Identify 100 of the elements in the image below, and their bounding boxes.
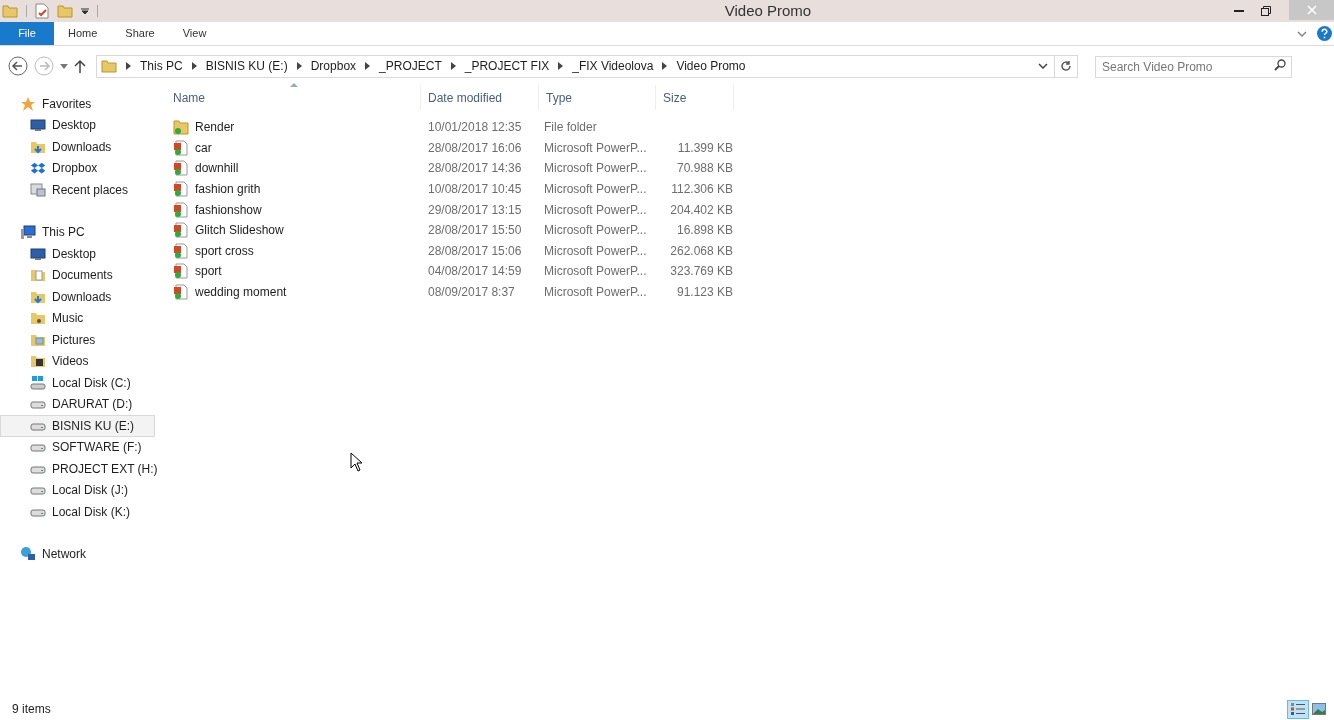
- breadcrumb-item[interactable]: _PROJECT: [379, 57, 442, 75]
- nav-item[interactable]: Music: [0, 307, 155, 329]
- search-icon[interactable]: [1274, 59, 1286, 71]
- file-name: sport cross: [195, 242, 254, 260]
- sort-arrow-icon: [290, 83, 298, 87]
- file-row[interactable]: fashion grith 10/08/2017 10:45 Microsoft PowerP... 112.306 KB: [166, 178, 1334, 200]
- file-name: fashion grith: [195, 181, 261, 199]
- synced-slides-file-icon: [173, 242, 189, 259]
- nav-item[interactable]: Local Disk (K:): [0, 501, 155, 523]
- ribbon-tab[interactable]: File: [0, 22, 54, 45]
- details-list-icon: [1291, 703, 1305, 715]
- ribbon-tab[interactable]: Share: [111, 22, 169, 45]
- back-icon[interactable]: [8, 56, 28, 76]
- file-name: sport: [195, 263, 222, 281]
- file-size: 16.898 KB: [676, 222, 733, 240]
- details-view-button[interactable]: [1287, 699, 1309, 719]
- nav-item[interactable]: Downloads: [0, 136, 155, 158]
- breadcrumb-item[interactable]: _FIX Videolova: [572, 57, 654, 75]
- monitor-icon: [30, 245, 46, 262]
- nav-item[interactable]: Desktop: [0, 114, 155, 136]
- chevron-right-icon[interactable]: [126, 62, 131, 70]
- videos-folder-icon: [30, 353, 46, 370]
- item-count: 9 items: [12, 701, 51, 718]
- column-header[interactable]: Name: [166, 85, 421, 110]
- nav-item[interactable]: Desktop: [0, 243, 155, 265]
- nav-item[interactable]: BISNIS KU (E:): [0, 415, 155, 437]
- nav-item[interactable]: SOFTWARE (F:): [0, 436, 155, 458]
- address-bar[interactable]: This PC BISNIS KU (E:) Dropbox _PROJECT _PROJECT FIX _FIX Videolova Video Promo: [96, 54, 1078, 78]
- address-dropdown-icon[interactable]: [1038, 63, 1048, 69]
- synced-slides-file-icon: [173, 222, 189, 239]
- column-header[interactable]: Date modified: [421, 85, 539, 110]
- column-header[interactable]: Type: [539, 85, 656, 110]
- file-row[interactable]: Glitch Slideshow 28/08/2017 15:50 Microsoft PowerP... 16.898 KB: [166, 219, 1334, 241]
- file-type: Microsoft PowerP...: [544, 223, 647, 238]
- monitor-icon: [30, 117, 46, 134]
- nav-item[interactable]: Videos: [0, 350, 155, 372]
- file-name: Glitch Slideshow: [195, 222, 284, 240]
- nav-item[interactable]: Downloads: [0, 286, 155, 308]
- chevron-right-icon[interactable]: [558, 62, 564, 70]
- breadcrumb-item[interactable]: This PC: [140, 57, 183, 75]
- file-row[interactable]: sport 04/08/2017 14:59 Microsoft PowerP... 323.769 KB: [166, 261, 1334, 282]
- nav-item[interactable]: Local Disk (C:): [0, 372, 155, 394]
- nav-item[interactable]: Network: [0, 543, 155, 565]
- properties-icon[interactable]: [35, 3, 49, 19]
- date-modified: 28/08/2017 15:50: [428, 223, 522, 238]
- star-icon: [20, 95, 36, 112]
- chevron-right-icon[interactable]: [450, 62, 456, 70]
- computer-icon: [20, 224, 36, 241]
- refresh-icon[interactable]: [1060, 60, 1072, 72]
- nav-item[interactable]: Documents: [0, 264, 155, 286]
- file-row[interactable]: fashionshow 29/08/2017 13:15 Microsoft PowerP... 204.402 KB: [166, 199, 1334, 220]
- breadcrumb-item[interactable]: _PROJECT FIX: [464, 57, 550, 75]
- recent-locations-caret-icon[interactable]: [60, 63, 68, 69]
- synced-slides-file-icon: [173, 139, 189, 156]
- expand-ribbon-icon[interactable]: [1297, 30, 1307, 37]
- file-name: Render: [195, 119, 235, 137]
- file-type: File folder: [544, 120, 597, 135]
- file-row[interactable]: Render 10/01/2018 12:35 File folder: [166, 117, 1334, 138]
- file-size: 323.769 KB: [670, 263, 733, 281]
- chevron-right-icon[interactable]: [191, 62, 197, 70]
- date-modified: 28/08/2017 16:06: [428, 140, 522, 155]
- nav-item[interactable]: Favorites: [0, 93, 155, 115]
- chevron-right-icon[interactable]: [296, 62, 302, 70]
- nav-item[interactable]: PROJECT EXT (H:): [0, 458, 155, 480]
- file-size: 204.402 KB: [670, 201, 733, 219]
- chevron-right-icon[interactable]: [365, 62, 371, 70]
- help-icon[interactable]: [1317, 26, 1332, 41]
- nav-item[interactable]: Pictures: [0, 329, 155, 351]
- network-icon: [20, 546, 36, 563]
- date-modified: 10/08/2017 10:45: [428, 182, 522, 197]
- file-type: Microsoft PowerP...: [544, 202, 647, 217]
- ribbon-tab[interactable]: View: [168, 22, 221, 45]
- ribbon-tab[interactable]: Home: [54, 22, 112, 45]
- nav-item[interactable]: Dropbox: [0, 157, 155, 179]
- window-title: Video Promo: [723, 0, 813, 21]
- nav-item[interactable]: DARURAT (D:): [0, 393, 155, 415]
- file-type: Microsoft PowerP...: [544, 140, 647, 155]
- file-row[interactable]: wedding moment 08/09/2017 8:37 Microsoft PowerP... 91.123 KB: [166, 281, 1334, 303]
- breadcrumb-item[interactable]: Dropbox: [310, 57, 357, 75]
- chevron-right-icon[interactable]: [662, 62, 668, 70]
- dropdown-caret-icon[interactable]: [81, 7, 89, 15]
- up-arrow-icon[interactable]: [74, 59, 86, 73]
- breadcrumb-item[interactable]: BISNIS KU (E:): [205, 57, 288, 75]
- search-field[interactable]: Search Video Promo: [1095, 56, 1292, 78]
- music-folder-icon: [30, 310, 46, 327]
- nav-item[interactable]: Recent places: [0, 179, 155, 201]
- file-type: Microsoft PowerP...: [544, 264, 647, 279]
- date-modified: 04/08/2017 14:59: [428, 264, 522, 279]
- column-header[interactable]: Size: [656, 85, 734, 110]
- nav-item[interactable]: This PC: [0, 221, 155, 243]
- file-name: fashionshow: [195, 201, 262, 219]
- file-row[interactable]: car 28/08/2017 16:06 Microsoft PowerP... 11.399 KB: [166, 137, 1334, 159]
- nav-item[interactable]: Local Disk (J:): [0, 479, 155, 501]
- breadcrumb-item[interactable]: Video Promo: [676, 57, 746, 75]
- date-modified: 29/08/2017 13:15: [428, 202, 522, 217]
- file-row[interactable]: downhill 28/08/2017 14:36 Microsoft PowerP... 70.988 KB: [166, 158, 1334, 179]
- synced-slides-file-icon: [173, 160, 189, 177]
- file-type: Microsoft PowerP...: [544, 285, 647, 300]
- file-row[interactable]: sport cross 28/08/2017 15:06 Microsoft PowerP... 262.068 KB: [166, 240, 1334, 262]
- recent-places-icon: [30, 181, 46, 198]
